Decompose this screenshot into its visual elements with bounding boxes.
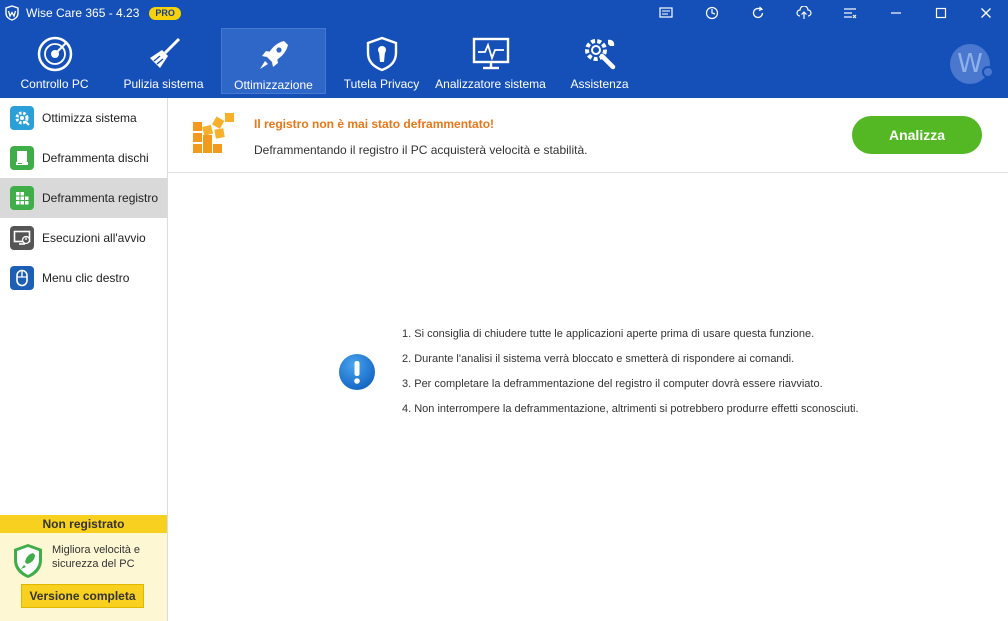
- shield-rocket-icon: [14, 544, 42, 578]
- tools-icon: [584, 39, 615, 70]
- startup-icon: [10, 226, 34, 250]
- nav-label: Ottimizzazione: [234, 78, 313, 92]
- registry-blocks-icon: [193, 113, 234, 153]
- feedback-icon[interactable]: [643, 0, 689, 26]
- sidebar-item-menu-clic-destro[interactable]: Menu clic destro: [0, 258, 167, 298]
- sidebar: Ottimizza sistema Deframmenta dischi Def…: [0, 98, 168, 621]
- sidebar-item-deframmenta-registro[interactable]: Deframmenta registro: [0, 178, 167, 218]
- user-avatar[interactable]: W: [950, 44, 994, 84]
- nav-label: Tutela Privacy: [343, 77, 420, 91]
- sidebar-item-label: Deframmenta registro: [42, 191, 159, 205]
- app-title: Wise Care 365 - 4.23: [26, 6, 140, 20]
- monitor-pulse-icon: [472, 37, 509, 70]
- registration-header: Non registrato: [0, 515, 167, 533]
- broom-icon: [149, 37, 180, 68]
- sidebar-item-esecuzioni-avvio[interactable]: Esecuzioni all'avvio: [0, 218, 167, 258]
- sidebar-item-deframmenta-dischi[interactable]: Deframmenta dischi: [0, 138, 167, 178]
- nav-controllo-pc[interactable]: Controllo PC: [0, 28, 109, 94]
- registry-icon: [10, 186, 34, 210]
- registration-text-line2: sicurezza del PC: [52, 558, 135, 570]
- nav-assistenza[interactable]: Assistenza: [545, 28, 654, 94]
- skin-icon[interactable]: [689, 0, 735, 26]
- upgrade-icon[interactable]: [781, 0, 827, 26]
- sidebar-item-ottimizza-sistema[interactable]: Ottimizza sistema: [0, 98, 167, 138]
- nav-analizzatore-sistema[interactable]: Analizzatore sistema: [435, 28, 546, 94]
- nav-label: Controllo PC: [20, 77, 89, 91]
- radar-icon: [37, 36, 72, 72]
- nav-label: Pulizia sistema: [123, 77, 204, 91]
- status-banner: Il registro non è mai stato deframmentat…: [168, 98, 1008, 173]
- maximize-icon[interactable]: [918, 0, 963, 26]
- mouse-icon: [10, 266, 34, 290]
- main-nav: Controllo PC Pulizia sistema Ottimizzazi…: [0, 26, 1008, 98]
- menu-icon[interactable]: [827, 0, 873, 26]
- app-logo-icon: [5, 5, 19, 21]
- gear-icon: [10, 106, 34, 130]
- list-item: 2. Durante l'analisi il sistema verrà bl…: [402, 353, 795, 365]
- notes-list: 1. Si consiglia di chiudere tutte le app…: [402, 322, 859, 422]
- nav-label: Analizzatore sistema: [435, 77, 546, 91]
- disk-icon: [10, 146, 34, 170]
- banner-subtitle: Deframmentando il registro il PC acquist…: [254, 143, 588, 157]
- main-content: Il registro non è mai stato deframmentat…: [168, 98, 1008, 621]
- minimize-icon[interactable]: [873, 0, 918, 26]
- avatar-status-dot: [982, 66, 994, 78]
- nav-pulizia-sistema[interactable]: Pulizia sistema: [109, 28, 218, 94]
- sidebar-item-label: Ottimizza sistema: [42, 111, 137, 125]
- sidebar-item-label: Esecuzioni all'avvio: [42, 231, 146, 245]
- sidebar-item-label: Deframmenta dischi: [42, 151, 149, 165]
- list-item: 1. Si consiglia di chiudere tutte le app…: [402, 328, 815, 340]
- exclamation-icon: [339, 354, 375, 390]
- pro-badge: PRO: [149, 6, 181, 20]
- nav-label: Assistenza: [570, 77, 629, 91]
- analyze-button[interactable]: Analizza: [852, 116, 982, 154]
- refresh-icon[interactable]: [735, 0, 781, 26]
- title-bar: Wise Care 365 - 4.23 PRO: [0, 0, 1008, 26]
- rocket-icon: [259, 41, 288, 69]
- registration-panel: Non registrato Migliora velocità e sicur…: [0, 515, 167, 621]
- list-item: 4. Non interrompere la deframmentazione,…: [402, 403, 859, 415]
- full-version-button[interactable]: Versione completa: [21, 584, 144, 608]
- nav-tutela-privacy[interactable]: Tutela Privacy: [327, 28, 436, 94]
- registration-text-line1: Migliora velocità e: [52, 544, 141, 556]
- shield-lock-icon: [366, 36, 397, 72]
- banner-title: Il registro non è mai stato deframmentat…: [254, 117, 495, 131]
- list-item: 3. Per completare la deframmentazione de…: [402, 378, 823, 390]
- sidebar-item-label: Menu clic destro: [42, 271, 130, 285]
- nav-ottimizzazione[interactable]: Ottimizzazione: [221, 28, 326, 94]
- notes-panel: 1. Si consiglia di chiudere tutte le app…: [168, 173, 1008, 621]
- avatar-letter: W: [957, 49, 983, 79]
- close-icon[interactable]: [963, 0, 1008, 26]
